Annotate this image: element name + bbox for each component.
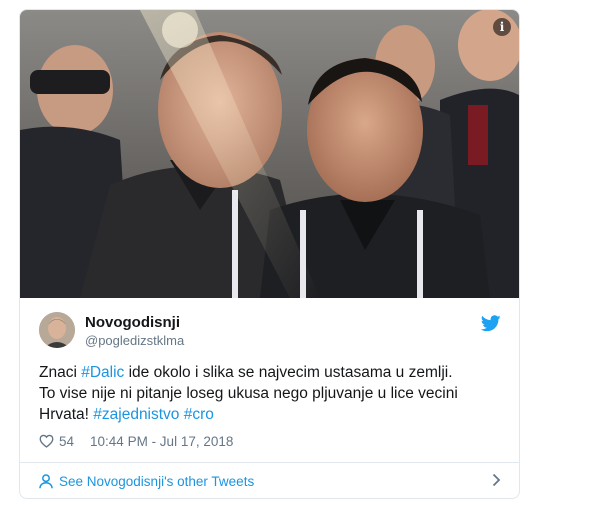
see-other-tweets-link[interactable]: See Novogodisnji's other Tweets xyxy=(39,470,501,492)
hashtag-dalic[interactable]: #Dalic xyxy=(81,364,124,381)
author-handle[interactable]: @pogledizstklma xyxy=(85,333,184,348)
person-icon xyxy=(39,473,53,489)
tweet-timestamp[interactable]: 10:44 PM - Jul 17, 2018 xyxy=(90,434,233,449)
see-other-tweets-label[interactable]: See Novogodisnji's other Tweets xyxy=(59,474,254,489)
tweet-header: Novogodisnji @pogledizstklma xyxy=(39,311,503,351)
heart-icon[interactable] xyxy=(39,434,54,448)
embedded-tweet-card[interactable]: i Novogodisnji @pogledizstklma Znaci #Da… xyxy=(19,9,520,499)
tweet-text: Znaci #Dalic ide okolo i slika se najvec… xyxy=(39,362,501,425)
divider xyxy=(20,462,519,463)
tweet-photo[interactable]: i xyxy=(20,10,519,298)
tweet-text-part: Hrvata! xyxy=(39,406,94,423)
info-icon[interactable]: i xyxy=(493,18,511,36)
chevron-right-icon[interactable] xyxy=(492,473,501,490)
twitter-bird-icon[interactable] xyxy=(480,315,501,337)
hashtag-cro[interactable]: #cro xyxy=(184,406,214,423)
like-count[interactable]: 54 xyxy=(59,434,74,449)
hashtag-zajednistvo[interactable]: #zajednistvo xyxy=(93,406,179,423)
tweet-text-part: Znaci xyxy=(39,364,82,381)
tweet-text-part: To vise nije ni pitanje loseg ukusa nego… xyxy=(39,385,458,402)
avatar[interactable] xyxy=(39,312,75,348)
tweet-meta: 54 10:44 PM - Jul 17, 2018 xyxy=(39,431,233,451)
author-display-name[interactable]: Novogodisnji xyxy=(85,314,180,331)
tweet-text-part: ide okolo i slika se najvecim ustasama u… xyxy=(124,364,453,381)
